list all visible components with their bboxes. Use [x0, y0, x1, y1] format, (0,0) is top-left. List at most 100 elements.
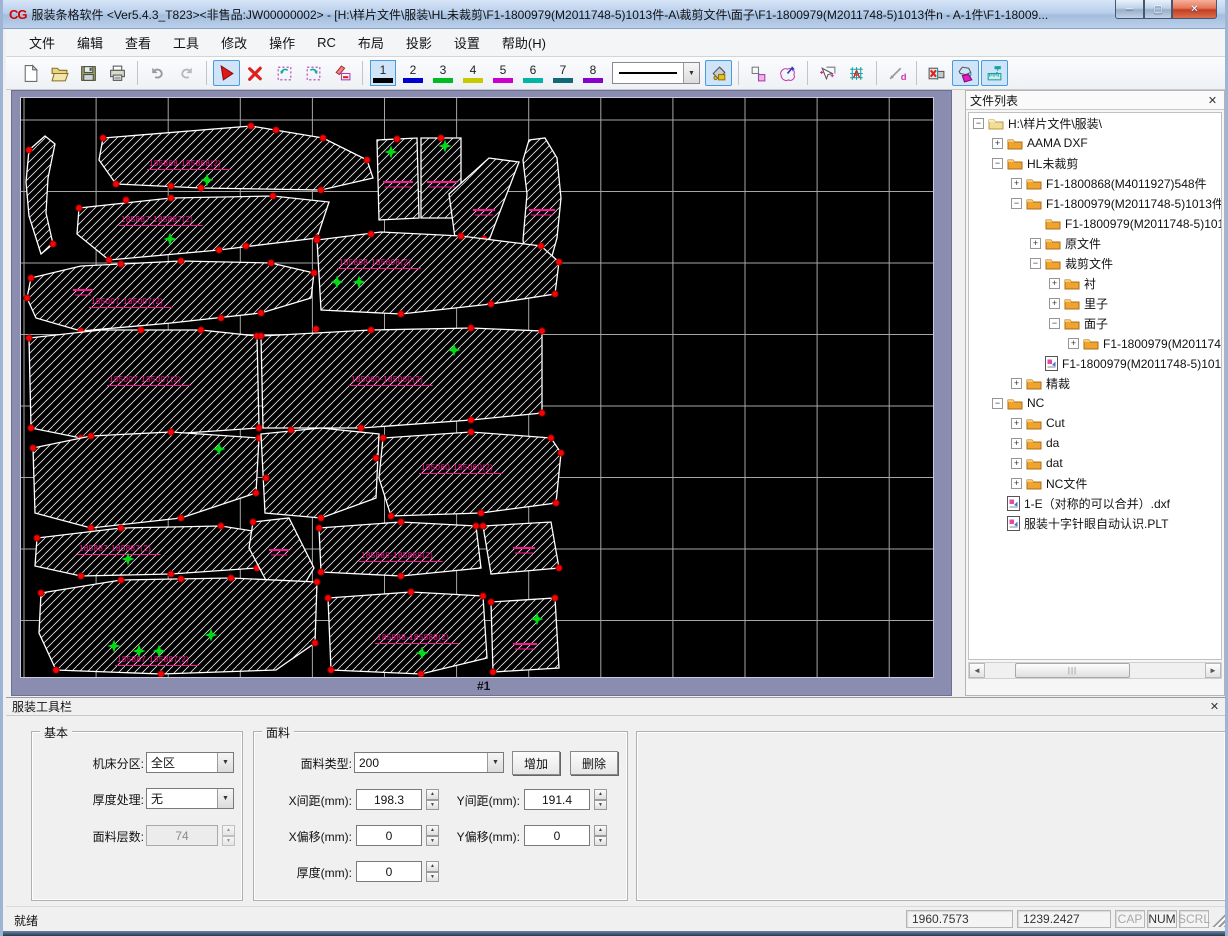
- clone-piece-button[interactable]: [745, 60, 772, 86]
- collapse-icon[interactable]: −: [1049, 317, 1060, 329]
- tree-item-17[interactable]: + dat: [969, 453, 1221, 473]
- y-gap-stepper[interactable]: ▲ ▼: [594, 789, 607, 810]
- expand-icon[interactable]: +: [1011, 377, 1022, 389]
- pattern-piece-18[interactable]: 185887-185887(2): [37, 574, 321, 677]
- pen-color-button-8[interactable]: 8: [580, 60, 606, 86]
- tree-item-2[interactable]: − HL未裁剪: [969, 153, 1221, 173]
- notch-point[interactable]: [269, 192, 277, 200]
- collapse-icon[interactable]: −: [992, 157, 1003, 169]
- notch-point[interactable]: [105, 256, 113, 264]
- notch-point[interactable]: [555, 258, 563, 266]
- notch-point[interactable]: [157, 670, 165, 677]
- notch-point[interactable]: [252, 489, 260, 497]
- notch-point[interactable]: [311, 639, 319, 647]
- menu-item-3[interactable]: 工具: [162, 29, 210, 56]
- grid-text-button[interactable]: A: [843, 60, 870, 86]
- notch-point[interactable]: [387, 512, 395, 520]
- notch-point[interactable]: [25, 146, 33, 154]
- menu-item-0[interactable]: 文件: [18, 29, 66, 56]
- collapse-icon[interactable]: −: [973, 117, 984, 129]
- pick-piece-button[interactable]: [774, 60, 801, 86]
- file-panel-close-icon[interactable]: ✕: [1205, 93, 1220, 108]
- chevron-down-icon[interactable]: ▼: [217, 789, 233, 808]
- notch-point[interactable]: [272, 126, 280, 134]
- line-style-combo[interactable]: ▼: [612, 62, 700, 84]
- pattern-piece-20[interactable]: [487, 594, 560, 676]
- x-offset-stepper[interactable]: ▲ ▼: [426, 825, 439, 846]
- expand-icon[interactable]: +: [1011, 477, 1022, 489]
- pattern-piece-17[interactable]: [479, 521, 563, 575]
- menu-item-4[interactable]: 修改: [210, 29, 258, 56]
- scroll-right-icon[interactable]: ►: [1205, 663, 1221, 678]
- notch-point[interactable]: [555, 564, 563, 572]
- notch-point[interactable]: [397, 572, 405, 580]
- notch-point[interactable]: [227, 574, 235, 582]
- collapse-icon[interactable]: −: [1030, 257, 1041, 269]
- resize-grip[interactable]: [1212, 913, 1225, 927]
- delete-button[interactable]: [242, 60, 269, 86]
- fill-piece-button[interactable]: [952, 60, 979, 86]
- notch-point[interactable]: [177, 575, 185, 583]
- notch-point[interactable]: [267, 259, 275, 267]
- x-gap-field[interactable]: [356, 789, 422, 810]
- pen-color-button-5[interactable]: 5: [490, 60, 516, 86]
- delete-fabric-button[interactable]: 删除: [570, 751, 618, 775]
- notch-point[interactable]: [247, 122, 255, 130]
- notch-point[interactable]: [257, 309, 265, 317]
- tree-item-12[interactable]: F1-1800979(M2011748-5)1013件n: [969, 353, 1221, 373]
- notch-point[interactable]: [197, 184, 205, 192]
- notch-point[interactable]: [437, 134, 445, 142]
- expand-icon[interactable]: +: [1030, 237, 1041, 249]
- notch-point[interactable]: [551, 594, 559, 602]
- notch-point[interactable]: [357, 424, 365, 432]
- notch-point[interactable]: [242, 242, 250, 250]
- notch-point[interactable]: [177, 514, 185, 522]
- menu-item-1[interactable]: 编辑: [66, 29, 114, 56]
- title-bar[interactable]: CG 服装条格软件 <Ver5.4.3_T823><非售品:JW00000002…: [3, 0, 1225, 29]
- notch-point[interactable]: [177, 257, 185, 265]
- tree-item-20[interactable]: 服装十字针眼自动认识.PLT: [969, 513, 1221, 533]
- notch-point[interactable]: [537, 242, 545, 250]
- notch-point[interactable]: [319, 134, 327, 142]
- x-offset-field[interactable]: [356, 825, 422, 846]
- chevron-down-icon[interactable]: ▼: [487, 753, 503, 772]
- notch-point[interactable]: [112, 180, 120, 188]
- expand-icon[interactable]: +: [992, 137, 1003, 149]
- menu-item-6[interactable]: RC: [306, 31, 347, 54]
- y-offset-field[interactable]: [524, 825, 590, 846]
- notch-point[interactable]: [310, 269, 318, 277]
- notch-point[interactable]: [397, 310, 405, 318]
- notch-point[interactable]: [287, 426, 295, 434]
- tree-item-11[interactable]: + F1-1800979(M2011748-5)1013件: [969, 333, 1221, 353]
- thickness-mode-combo[interactable]: 无 ▼: [146, 788, 234, 809]
- pattern-piece-16[interactable]: 185888-185888(2): [315, 518, 482, 580]
- notch-point[interactable]: [479, 592, 487, 600]
- notch-point[interactable]: [552, 499, 560, 507]
- select-tool-button[interactable]: [213, 60, 240, 86]
- notch-point[interactable]: [122, 196, 130, 204]
- notch-point[interactable]: [313, 578, 321, 586]
- notch-point[interactable]: [538, 409, 546, 417]
- notch-point[interactable]: [249, 518, 257, 526]
- pen-color-button-6[interactable]: 6: [520, 60, 546, 86]
- minimize-button[interactable]: ─: [1115, 0, 1144, 19]
- tree-item-18[interactable]: + NC文件: [969, 473, 1221, 493]
- select-measure-button[interactable]: [814, 60, 841, 86]
- menu-item-5[interactable]: 操作: [258, 29, 306, 56]
- remove-piece-button[interactable]: [923, 60, 950, 86]
- add-fabric-button[interactable]: 增加: [512, 751, 560, 775]
- notch-point[interactable]: [457, 232, 465, 240]
- notch-point[interactable]: [215, 246, 223, 254]
- notch-point[interactable]: [87, 524, 95, 532]
- tree-item-6[interactable]: + 原文件: [969, 233, 1221, 253]
- thickness-stepper[interactable]: ▲ ▼: [426, 861, 439, 882]
- rotate-right-button[interactable]: [300, 60, 327, 86]
- expand-icon[interactable]: +: [1011, 437, 1022, 449]
- notch-point[interactable]: [52, 666, 60, 674]
- notch-point[interactable]: [467, 428, 475, 436]
- notch-point[interactable]: [257, 332, 265, 340]
- chevron-down-icon[interactable]: ▼: [683, 63, 699, 83]
- tree-item-7[interactable]: − 裁剪文件: [969, 253, 1221, 273]
- pattern-piece-13[interactable]: 185060-185060(2): [378, 428, 565, 520]
- expand-icon[interactable]: +: [1011, 177, 1022, 189]
